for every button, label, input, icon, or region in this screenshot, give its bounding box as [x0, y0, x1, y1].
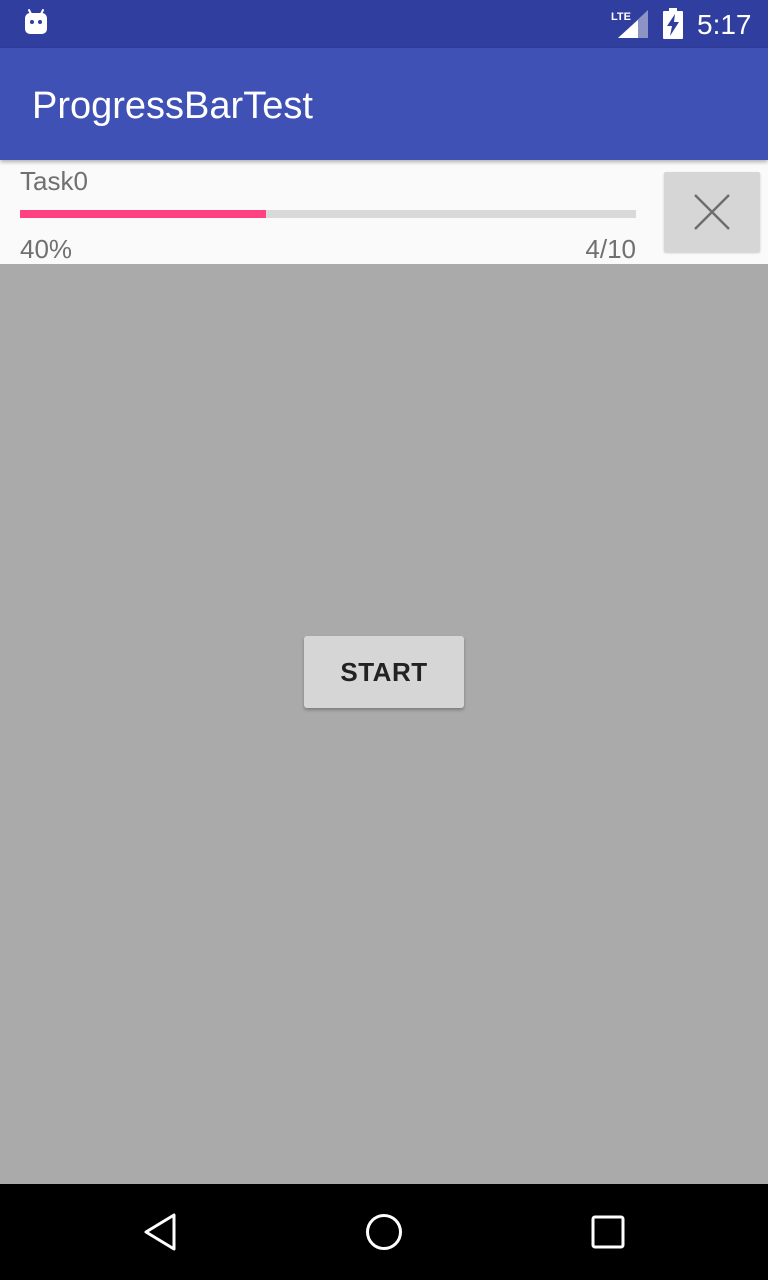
- task-count: 4/10: [585, 234, 636, 264]
- app-bar: ProgressBarTest: [0, 48, 768, 160]
- svg-text:LTE: LTE: [611, 11, 631, 23]
- task-name: Task0: [20, 166, 88, 196]
- task-percent: 40%: [20, 234, 73, 264]
- cancel-task-button[interactable]: [664, 172, 760, 252]
- recents-icon[interactable]: [588, 1212, 628, 1252]
- start-button-label: START: [340, 657, 428, 687]
- task-progress-fill: [20, 210, 267, 218]
- lte-signal-icon: LTE: [610, 8, 650, 45]
- task-progress-bar: [20, 210, 636, 218]
- status-bar: LTE 5:17: [0, 0, 768, 48]
- app-title: ProgressBarTest: [32, 85, 313, 127]
- battery-charging-icon: [662, 8, 684, 45]
- android-icon: [22, 8, 50, 41]
- start-button[interactable]: START: [304, 636, 464, 708]
- close-icon: [694, 194, 730, 230]
- home-icon[interactable]: [364, 1212, 404, 1252]
- task-item: Task0 40% 4/10: [0, 160, 768, 264]
- back-icon[interactable]: [142, 1212, 182, 1252]
- navigation-bar: [0, 1184, 768, 1280]
- status-clock: 5:17: [697, 9, 752, 40]
